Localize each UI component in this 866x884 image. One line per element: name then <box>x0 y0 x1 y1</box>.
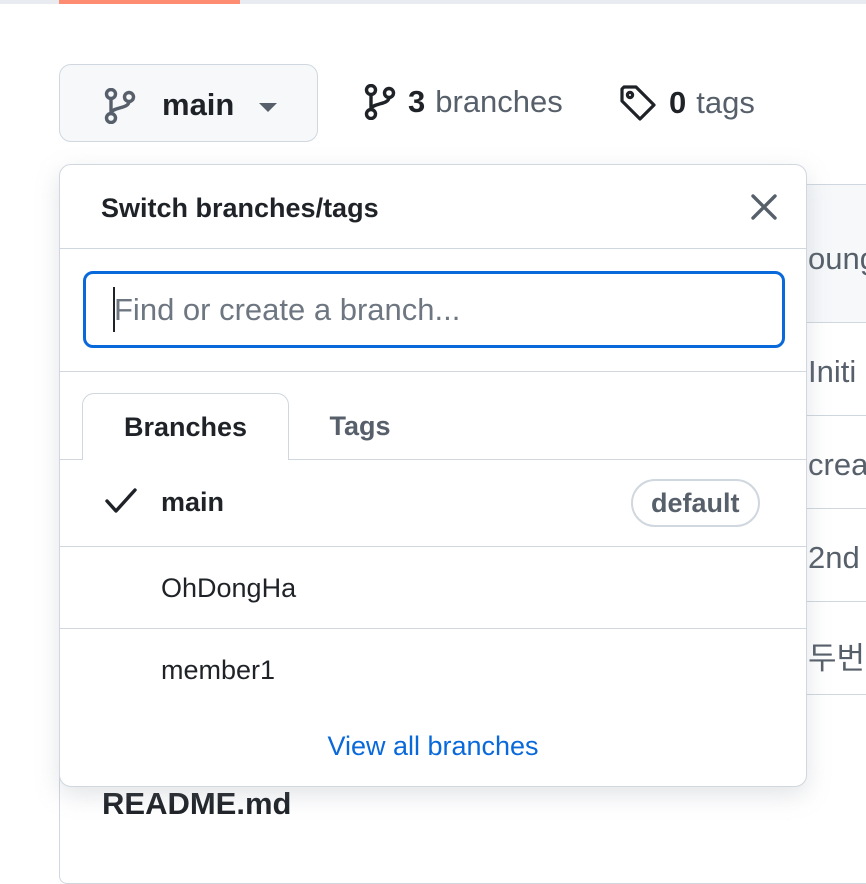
current-branch-label: main <box>162 87 235 122</box>
branch-filter-section <box>60 249 806 372</box>
tags-count-link[interactable]: 0 tags <box>619 84 755 122</box>
branch-search-input[interactable] <box>83 271 785 348</box>
tags-count: 0 <box>669 85 687 120</box>
commit-message-text: 두번 <box>808 641 866 676</box>
tab-tags[interactable]: Tags <box>300 393 420 459</box>
dropdown-header: Switch branches/tags <box>60 165 806 249</box>
branch-item-member1[interactable]: member1 <box>60 629 806 712</box>
branch-item-main[interactable]: main default <box>60 460 806 547</box>
commit-message-text: Initi <box>808 354 857 389</box>
view-all-branches-link[interactable]: View all branches <box>60 731 806 762</box>
branch-selector-button[interactable]: main <box>59 64 318 142</box>
commit-message-text: crea <box>808 447 866 482</box>
default-badge: default <box>631 479 760 527</box>
tag-icon <box>619 84 657 122</box>
close-icon[interactable] <box>746 189 782 225</box>
branches-count: 3 <box>408 84 426 119</box>
tab-branches[interactable]: Branches <box>82 393 289 460</box>
branches-label: branches <box>435 84 563 119</box>
active-tab-indicator <box>59 0 240 4</box>
readme-title[interactable]: README.md <box>102 786 291 822</box>
repo-nav-underline <box>0 0 866 4</box>
branch-name: main <box>161 487 225 517</box>
git-branch-icon <box>104 87 136 125</box>
branches-count-link[interactable]: 3 branches <box>364 84 563 120</box>
commit-author-text: oung <box>808 241 866 276</box>
git-branch-icon <box>364 84 396 120</box>
branch-tag-tabs: Branches Tags <box>60 393 806 460</box>
tags-label: tags <box>696 85 755 120</box>
branch-item-ohdongha[interactable]: OhDongHa <box>60 547 806 629</box>
branch-name: OhDongHa <box>161 573 297 603</box>
commit-message-text: 2nd <box>808 540 860 575</box>
triangle-down-icon <box>259 103 277 112</box>
branch-name: member1 <box>161 655 276 685</box>
text-cursor <box>113 287 115 332</box>
branch-switcher-dropdown: Switch branches/tags Branches Tags main … <box>59 164 807 787</box>
dropdown-title: Switch branches/tags <box>101 193 379 223</box>
check-icon <box>104 484 138 518</box>
